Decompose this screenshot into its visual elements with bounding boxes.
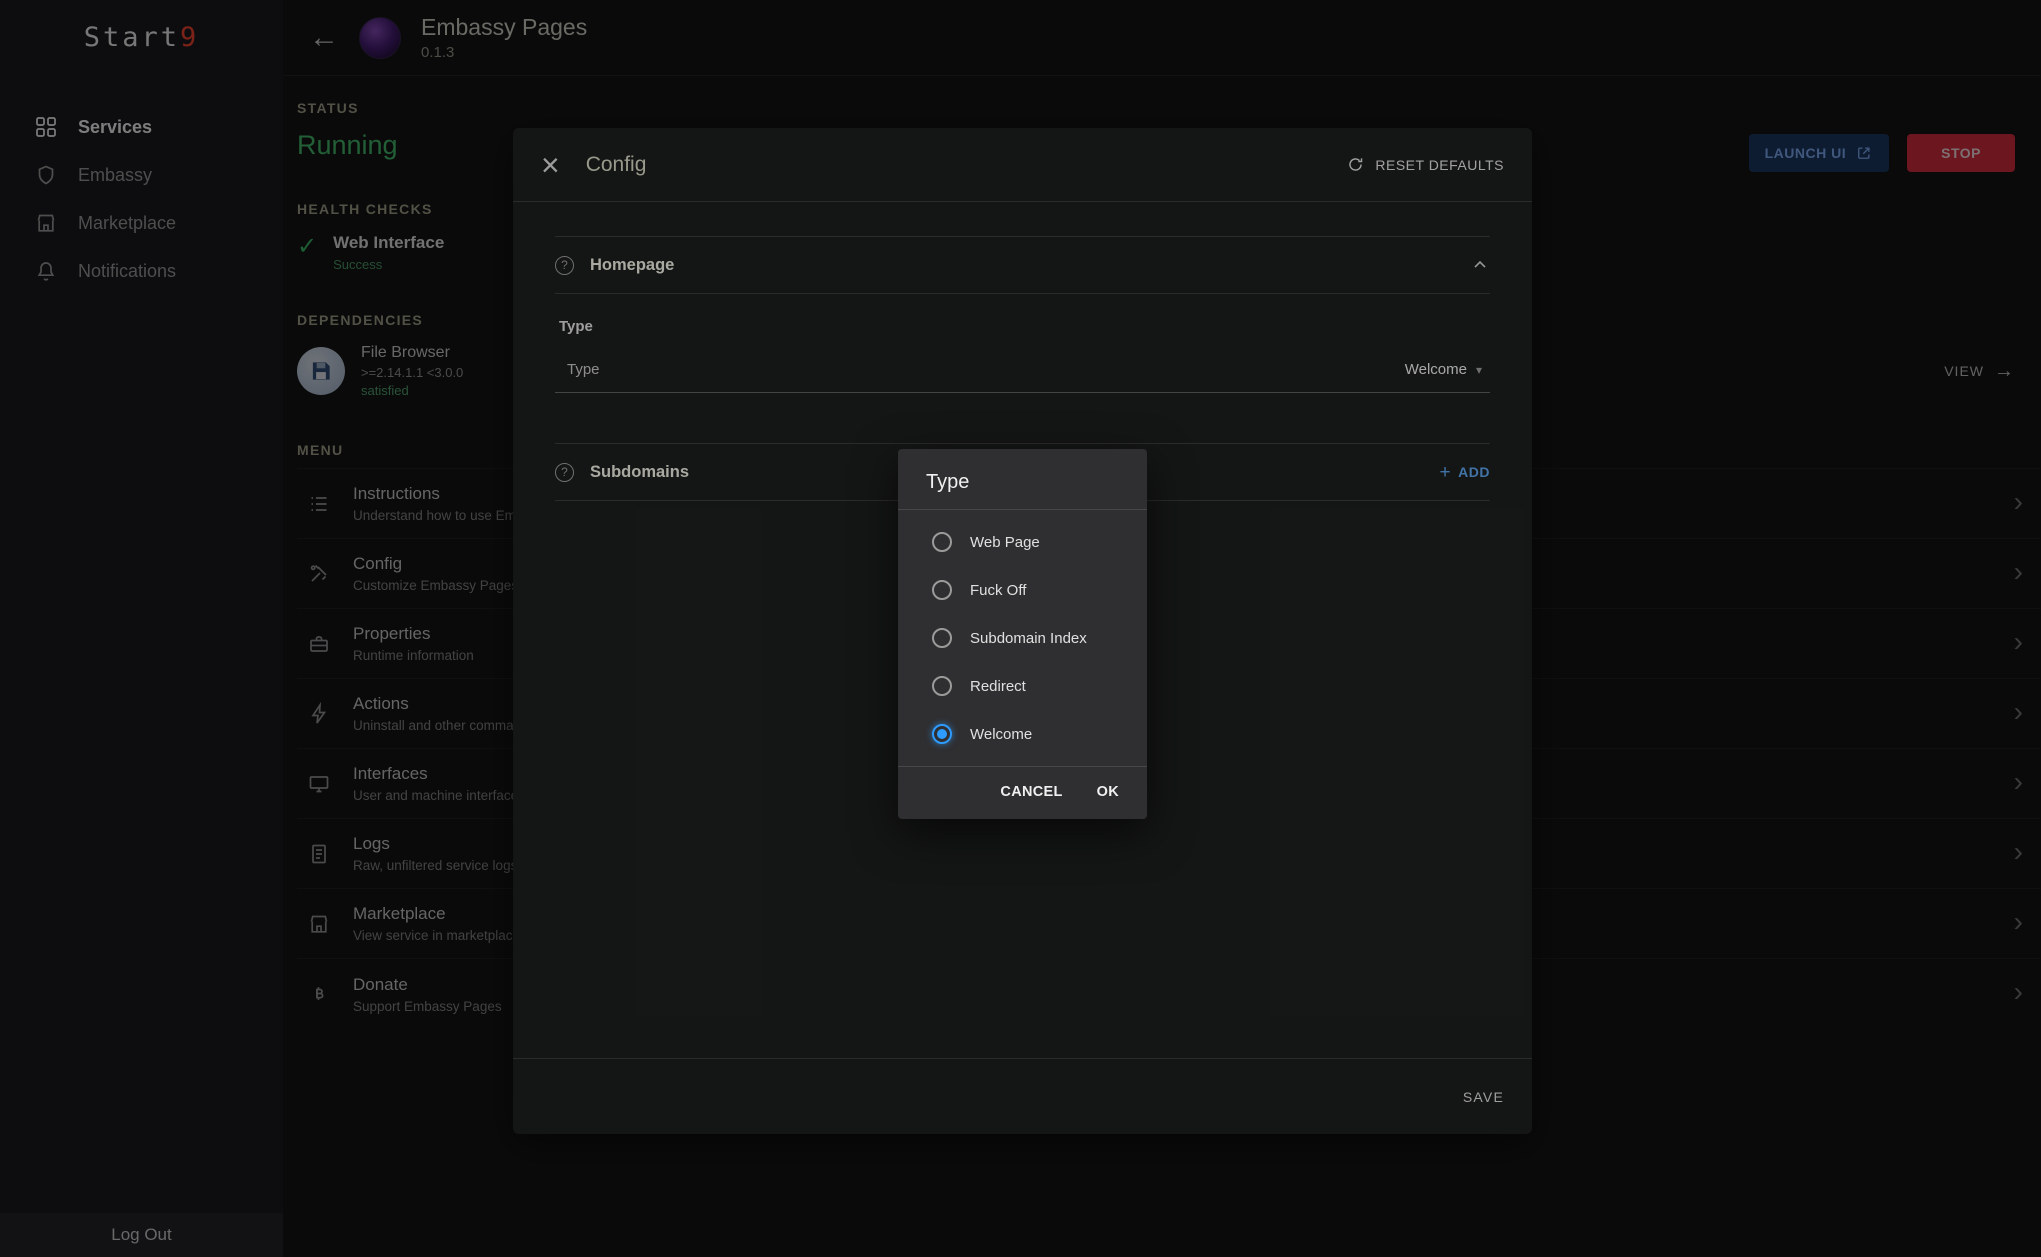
radio-icon [932, 676, 952, 696]
radio-icon [932, 580, 952, 600]
option-redirect[interactable]: Redirect [898, 662, 1147, 710]
option-fuck-off[interactable]: Fuck Off [898, 566, 1147, 614]
option-welcome[interactable]: Welcome [898, 710, 1147, 758]
option-label: Subdomain Index [970, 630, 1087, 647]
dialog-actions: CANCEL OK [898, 767, 1147, 819]
option-web-page[interactable]: Web Page [898, 518, 1147, 566]
cancel-button[interactable]: CANCEL [1000, 784, 1062, 800]
radio-selected-icon [932, 724, 952, 744]
radio-icon [932, 532, 952, 552]
option-label: Web Page [970, 534, 1040, 551]
option-label: Redirect [970, 678, 1026, 695]
option-label: Welcome [970, 726, 1032, 743]
ok-button[interactable]: OK [1097, 784, 1119, 800]
option-label: Fuck Off [970, 582, 1026, 599]
radio-icon [932, 628, 952, 648]
type-dialog-title: Type [898, 449, 1147, 510]
type-options-list: Web Page Fuck Off Subdomain Index Redire… [898, 510, 1147, 758]
option-subdomain-index[interactable]: Subdomain Index [898, 614, 1147, 662]
type-dialog: Type Web Page Fuck Off Subdomain Index R… [898, 449, 1147, 819]
